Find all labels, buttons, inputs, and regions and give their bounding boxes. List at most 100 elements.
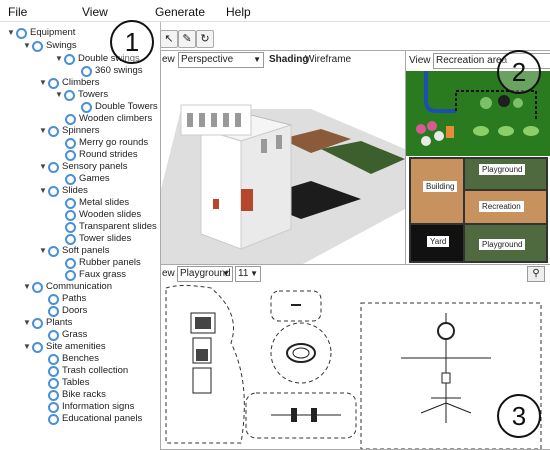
tool-strip: ↖ ✎ ↻ [160, 28, 220, 48]
area-value: Recreation area [436, 55, 508, 66]
tree-node-360-swings[interactable]: 360 swings [80, 65, 143, 77]
zone-building-label: Building [423, 181, 458, 192]
item-icon [65, 222, 76, 233]
expand-arrow-icon[interactable]: ▼ [39, 125, 47, 137]
pencil-tool-button[interactable]: ✎ [178, 30, 196, 48]
category-icon [16, 28, 27, 39]
category-icon [48, 186, 59, 197]
expand-arrow-icon[interactable]: ▼ [39, 161, 47, 173]
tree-node-tables[interactable]: Tables [47, 377, 89, 389]
tree-node-climbers[interactable]: ▼ Climbers [39, 77, 99, 89]
item-icon [81, 66, 92, 77]
tree-label: Communication [46, 281, 112, 292]
expand-arrow-icon[interactable]: ▼ [55, 89, 63, 101]
tree-label: Information signs [62, 401, 135, 412]
tree-label: Educational panels [62, 413, 143, 424]
cursor-icon: ↖ [164, 33, 174, 45]
chevron-down-icon: ▼ [253, 55, 261, 64]
tree-node-towers[interactable]: ▼ Towers [55, 89, 108, 101]
item-icon [48, 366, 59, 377]
item-icon [48, 414, 59, 425]
item-icon [48, 294, 59, 305]
tree-node-equipment[interactable]: ▼ Equipment [7, 27, 75, 39]
tree-node-plants[interactable]: ▼ Plants [23, 317, 72, 329]
tree-node-rubber-panels[interactable]: Rubber panels [64, 257, 141, 269]
expand-arrow-icon[interactable]: ▼ [7, 27, 15, 39]
item-icon [65, 198, 76, 209]
zoom-button[interactable]: ⚲ [527, 266, 545, 282]
expand-arrow-icon[interactable]: ▼ [23, 341, 31, 353]
tree-node-trash-collection[interactable]: Trash collection [47, 365, 128, 377]
category-icon [32, 282, 43, 293]
tree-node-tower-slides[interactable]: Tower slides [64, 233, 131, 245]
zone-layout[interactable]: Building Playground Recreation Yard Play… [409, 157, 548, 263]
item-icon [65, 174, 76, 185]
tree-node-swings[interactable]: ▼ Swings [23, 40, 77, 52]
select-tool-button[interactable]: ↖ [160, 30, 178, 48]
category-icon [48, 246, 59, 257]
size-value: 11 [238, 268, 249, 279]
tree-label: Round strides [79, 149, 138, 160]
tree-node-round-strides[interactable]: Round strides [64, 149, 138, 161]
tree-node-metal-slides[interactable]: Metal slides [64, 197, 129, 209]
tree-node-wooden-slides[interactable]: Wooden slides [64, 209, 141, 221]
tree-node-double-towers[interactable]: Double Towers [80, 101, 158, 113]
tree-node-site-amenities[interactable]: ▼ Site amenities [23, 341, 106, 353]
tree-node-merry-go-rounds[interactable]: Merry go rounds [64, 137, 148, 149]
tree-node-doors[interactable]: Doors [47, 305, 87, 317]
expand-arrow-icon[interactable]: ▼ [23, 281, 31, 293]
tree-node-games[interactable]: Games [64, 173, 110, 185]
tree-node-information-signs[interactable]: Information signs [47, 401, 134, 413]
tree-node-benches[interactable]: Benches [47, 353, 99, 365]
tree-label: Slides [62, 185, 88, 196]
tree-label: Bike racks [62, 389, 106, 400]
expand-arrow-icon[interactable]: ▼ [23, 317, 31, 329]
zone-yard-label: Yard [427, 236, 450, 247]
shading-mode-toggle[interactable]: Wireframe [305, 54, 351, 65]
tree-node-faux-grass[interactable]: Faux grass [64, 269, 126, 281]
expand-arrow-icon[interactable]: ▼ [39, 77, 47, 89]
zone-playground-bottom-label: Playground [479, 239, 526, 250]
rotate-tool-button[interactable]: ↻ [196, 30, 214, 48]
tree-node-bike-racks[interactable]: Bike racks [47, 389, 106, 401]
tree-label: Paths [62, 293, 87, 304]
menu-view[interactable]: View [82, 5, 108, 19]
menu-help[interactable]: Help [226, 5, 251, 19]
tree-label: Site amenities [46, 341, 106, 352]
tree-node-wooden-climbers[interactable]: Wooden climbers [64, 113, 152, 125]
menu-file[interactable]: File [8, 5, 27, 19]
tree-node-transparent-slides[interactable]: Transparent slides [64, 221, 157, 233]
expand-arrow-icon[interactable]: ▼ [39, 245, 47, 257]
tree-node-spinners[interactable]: ▼ Spinners [39, 125, 100, 137]
zone-recreation-label: Recreation [479, 201, 524, 212]
projection-select[interactable]: Perspective ▼ [178, 52, 264, 68]
rotate-icon: ↻ [200, 33, 210, 45]
3d-scene[interactable] [161, 69, 405, 265]
expand-arrow-icon[interactable]: ▼ [23, 40, 31, 52]
tree-node-communication[interactable]: ▼ Communication [23, 281, 112, 293]
expand-arrow-icon[interactable]: ▼ [55, 53, 63, 65]
tree-label: Tables [62, 377, 90, 388]
tree-label: Faux grass [79, 269, 126, 280]
tree-label: Climbers [62, 77, 100, 88]
tree-node-educational-panels[interactable]: Educational panels [47, 413, 142, 425]
chevron-down-icon: ▼ [222, 269, 230, 278]
tree-node-paths[interactable]: Paths [47, 293, 86, 305]
tree-label: Swings [46, 40, 77, 51]
menu-generate[interactable]: Generate [155, 5, 205, 19]
item-icon [65, 138, 76, 149]
tree-node-sensory-panels[interactable]: ▼ Sensory panels [39, 161, 127, 173]
expand-arrow-icon[interactable]: ▼ [39, 185, 47, 197]
tree-label: Equipment [30, 27, 76, 38]
playground-select[interactable]: Playground ▼ [177, 266, 233, 282]
shading-label: Shading [269, 54, 309, 65]
item-icon [48, 306, 59, 317]
pencil-icon: ✎ [182, 33, 192, 45]
tree-label: Wooden slides [79, 209, 142, 220]
tree-node-grass[interactable]: Grass [47, 329, 87, 341]
tree-node-slides[interactable]: ▼ Slides [39, 185, 88, 197]
size-select[interactable]: 11 ▼ [235, 266, 261, 282]
tree-label: Games [79, 173, 110, 184]
plan-canvas[interactable] [161, 283, 550, 449]
tree-node-soft-panels[interactable]: ▼ Soft panels [39, 245, 110, 257]
